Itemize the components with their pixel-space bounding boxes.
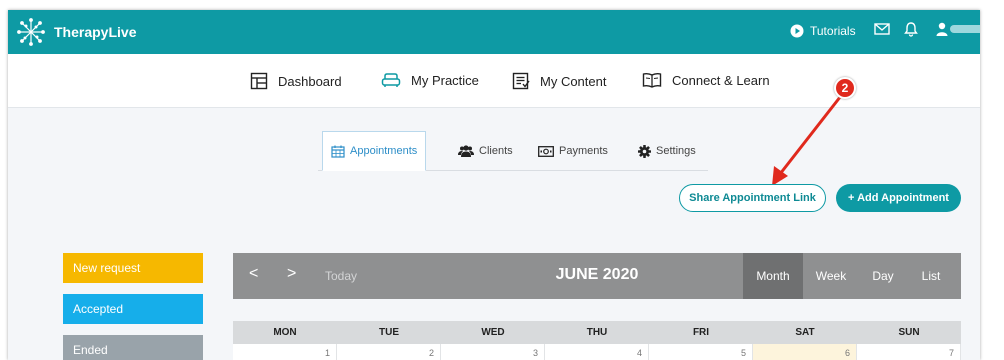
weekday-fri: FRI — [692, 327, 710, 338]
calendar-toolbar: < > Today JUNE 2020 Month Week Day List — [233, 253, 961, 299]
legend-new-request: New request — [63, 253, 203, 283]
weekday-sat: SAT — [795, 327, 815, 338]
legend-accepted: Accepted — [63, 294, 203, 324]
nav-my-practice[interactable]: My Practice — [381, 72, 479, 88]
book-icon — [642, 72, 662, 88]
top-bar: TherapyLive Tutorials — [8, 10, 980, 54]
tab-label: Clients — [479, 145, 513, 157]
day-cell[interactable]: 3 — [441, 344, 545, 360]
nav-dashboard[interactable]: Dashboard — [250, 72, 342, 90]
play-circle-icon — [790, 24, 804, 38]
mail-icon[interactable] — [874, 22, 890, 36]
weekday-sun: SUN — [898, 327, 920, 338]
weekday-wed: WED — [481, 327, 505, 338]
user-icon — [936, 22, 948, 36]
tab-settings[interactable]: Settings — [630, 131, 704, 171]
user-menu[interactable] — [936, 22, 980, 36]
view-list-button[interactable]: List — [909, 253, 953, 299]
step-badge: 2 — [834, 77, 856, 99]
day-cell[interactable]: 4 — [545, 344, 649, 360]
nav-label: Connect & Learn — [672, 72, 770, 88]
day-cell-today[interactable]: 6 — [753, 344, 857, 360]
app-window: TherapyLive Tutorials Dashboard My Pract… — [8, 10, 980, 360]
brand-name: TherapyLive — [54, 24, 137, 40]
money-icon — [538, 145, 554, 157]
tutorials-label: Tutorials — [810, 24, 856, 38]
calendar-next-button[interactable]: > — [287, 265, 296, 283]
day-cell[interactable]: 5 — [649, 344, 753, 360]
tutorials-link[interactable]: Tutorials — [790, 21, 856, 41]
sofa-icon — [381, 73, 401, 87]
nav-label: Dashboard — [278, 73, 342, 89]
content-icon — [512, 72, 530, 90]
tab-label: Settings — [656, 145, 696, 157]
logo-icon — [17, 18, 45, 46]
view-month-button[interactable]: Month — [743, 253, 803, 299]
tab-label: Appointments — [350, 145, 418, 157]
calendar-week-row: 1 2 3 4 5 6 7 — [233, 344, 961, 360]
share-appointment-link-button[interactable]: Share Appointment Link — [679, 184, 826, 212]
sub-tabs: Appointments Clients Payments Settings — [318, 131, 708, 171]
tab-payments[interactable]: Payments — [530, 131, 616, 171]
add-appointment-button[interactable]: + Add Appointment — [836, 184, 961, 212]
nav-label: My Content — [540, 73, 607, 89]
day-cell[interactable]: 1 — [233, 344, 337, 360]
nav-my-content[interactable]: My Content — [512, 72, 606, 90]
calendar-weekday-header: MON TUE WED THU FRI SAT SUN — [233, 321, 961, 344]
calendar-icon — [331, 145, 345, 158]
tab-appointments[interactable]: Appointments — [322, 131, 427, 171]
weekday-tue: TUE — [379, 327, 399, 338]
view-day-button[interactable]: Day — [859, 253, 907, 299]
users-icon — [458, 145, 474, 157]
view-week-button[interactable]: Week — [805, 253, 857, 299]
tab-label: Payments — [559, 145, 608, 157]
user-name-redacted — [950, 25, 980, 33]
nav-connect-learn[interactable]: Connect & Learn — [642, 72, 770, 88]
bell-icon[interactable] — [904, 21, 918, 37]
calendar-prev-button[interactable]: < — [249, 265, 258, 283]
tab-clients[interactable]: Clients — [450, 131, 521, 171]
weekday-thu: THU — [586, 327, 608, 338]
day-cell[interactable]: 2 — [337, 344, 441, 360]
gear-icon — [638, 144, 651, 158]
dashboard-icon — [250, 72, 268, 90]
weekday-mon: MON — [273, 327, 297, 338]
nav-label: My Practice — [411, 72, 479, 88]
calendar-today-button[interactable]: Today — [325, 269, 357, 283]
legend-ended: Ended — [63, 335, 203, 360]
day-cell[interactable]: 7 — [857, 344, 961, 360]
